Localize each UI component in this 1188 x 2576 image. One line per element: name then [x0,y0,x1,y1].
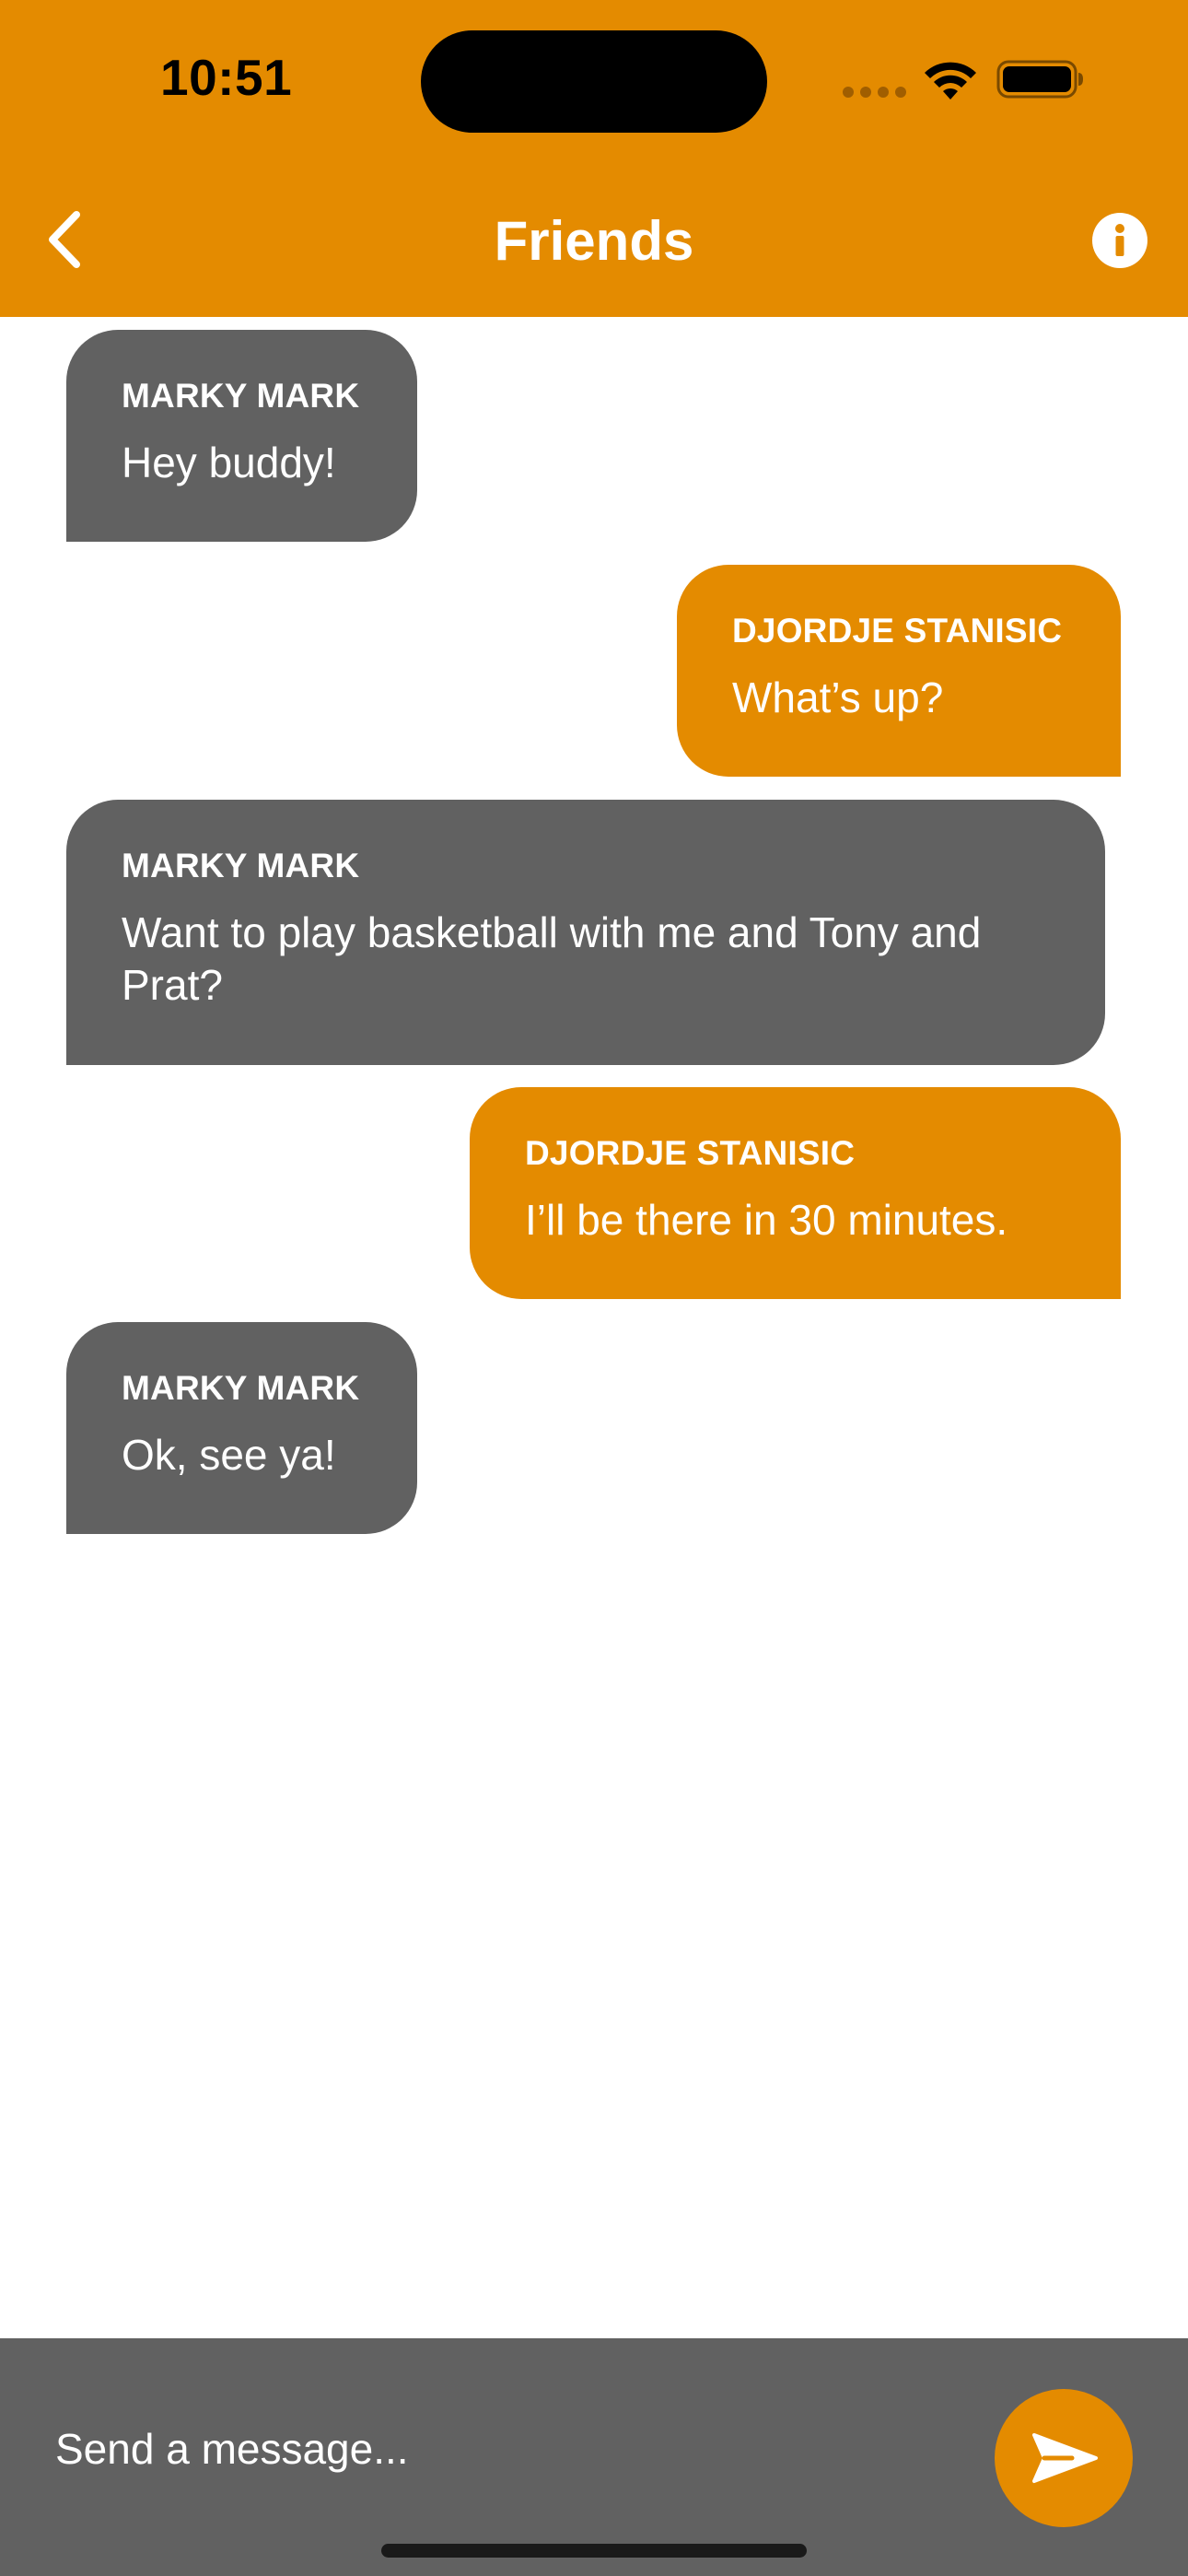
dynamic-island [421,30,767,133]
message-composer [0,2338,1188,2576]
send-icon [1032,2433,1098,2483]
message-input[interactable] [55,2403,939,2495]
info-icon [1115,224,1124,256]
home-indicator[interactable] [381,2544,807,2558]
wifi-icon [925,62,976,100]
app-header: 10:51 Friends [0,0,1188,317]
message-sender: DJORDJE STANISIC [525,1134,856,1172]
message-sender: MARKY MARK [122,1369,360,1407]
info-button[interactable] [1092,213,1147,268]
message-bubble: MARKY MARK Want to play basketball with … [66,800,1105,1065]
message-bubble: MARKY MARK Ok, see ya! [66,1322,417,1534]
message-sender: MARKY MARK [122,377,360,415]
message-text: I’ll be there in 30 minutes. [525,1196,1008,1244]
message-sender: DJORDJE STANISIC [732,612,1063,650]
message-text: Want to play basketball with me and Tony… [122,908,982,1009]
send-button[interactable] [995,2389,1133,2527]
message-bubble: MARKY MARK Hey buddy! [66,330,417,542]
message-sender: MARKY MARK [122,847,360,884]
message-text: Ok, see ya! [122,1431,336,1479]
battery-icon [996,60,1083,99]
status-time: 10:51 [160,49,293,106]
page-title: Friends [494,210,694,272]
message-text: Hey buddy! [122,439,336,486]
message-bubble: DJORDJE STANISIC I’ll be there in 30 min… [470,1087,1121,1299]
message-bubble: DJORDJE STANISIC What’s up? [677,565,1121,777]
message-text: What’s up? [732,673,944,721]
cellular-signal-icon [843,87,906,98]
message-list[interactable]: MARKY MARK Hey buddy! DJORDJE STANISIC W… [0,317,1188,2338]
